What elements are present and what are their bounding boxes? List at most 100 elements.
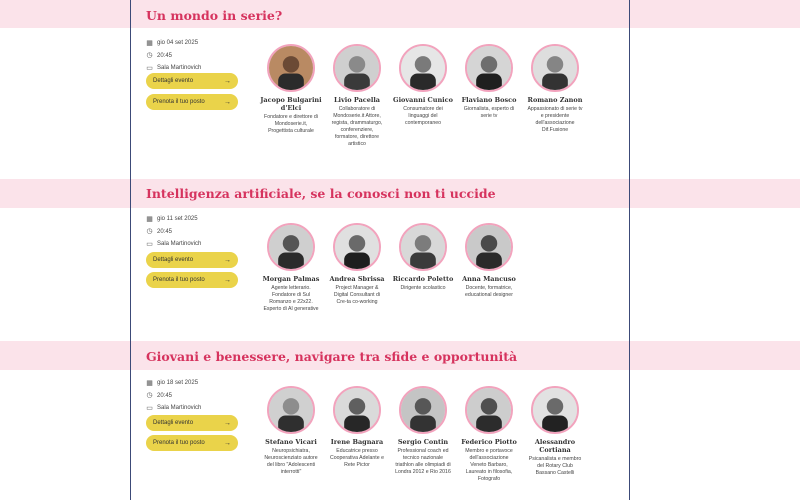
arrow-right-icon: → (224, 77, 231, 85)
speaker-role: Neuropsichiatra, Neuroscienziato autore … (264, 448, 318, 475)
speaker-list: Jacopo Bulgarini d'Elci Fondatore e dire… (258, 44, 588, 148)
event-date: gio 11 set 2025 (157, 216, 198, 223)
speaker-name: Anna Mancuso (462, 275, 516, 283)
details-button-label: Dettagli evento (153, 420, 194, 426)
speaker-name: Federico Piotto (461, 438, 517, 446)
speaker-card[interactable]: Irene Bagnara Educatrice presso Cooperat… (324, 386, 390, 483)
speaker-name: Irene Bagnara (330, 438, 384, 446)
speaker-avatar (333, 386, 381, 434)
speaker-name: Andrea Sbrissa (329, 275, 385, 283)
arrow-right-icon: → (224, 276, 231, 284)
arrow-right-icon: → (224, 256, 231, 264)
speaker-avatar (399, 223, 447, 271)
event-time: 20:45 (157, 52, 173, 59)
event-time: 20:45 (157, 228, 173, 235)
speaker-name: Livio Pacella (333, 96, 381, 104)
speaker-avatar (267, 386, 315, 434)
speaker-card[interactable]: Stefano Vicari Neuropsichiatra, Neurosci… (258, 386, 324, 483)
speaker-role: Project Manager & Digital Consultant di … (333, 285, 381, 305)
speaker-role: Psicanalista e membro del Rotary Club Ba… (528, 456, 582, 476)
arrow-right-icon: → (224, 98, 231, 106)
clock-icon: ◷ (146, 52, 153, 60)
book-button-label: Prenota il tuo posto (153, 99, 205, 105)
clock-icon: ◷ (146, 228, 153, 236)
details-button[interactable]: Dettagli evento → (146, 252, 238, 268)
speaker-card[interactable]: Sergio Contin Professional coach ed tecn… (390, 386, 456, 483)
speaker-avatar (333, 44, 381, 92)
details-button-label: Dettagli evento (153, 78, 194, 84)
speaker-role: Dirigente scolastico (400, 285, 446, 291)
speaker-avatar (267, 44, 315, 92)
speaker-name: Giovanni Cunico (393, 96, 453, 104)
event-date: gio 04 set 2025 (157, 40, 199, 47)
speaker-card[interactable]: Romano Zanon Appassionato di serie tv e … (522, 44, 588, 148)
speaker-role: Professional coach ed tecnico nazionale … (395, 448, 451, 475)
book-button-label: Prenota il tuo posto (153, 440, 205, 446)
speaker-card[interactable]: Giovanni Cunico Consumatore dei linguagg… (390, 44, 456, 148)
details-button[interactable]: Dettagli evento → (146, 73, 238, 89)
speaker-name: Romano Zanon (527, 96, 583, 104)
speaker-role: Consumatore dei linguaggi del contempora… (403, 106, 443, 126)
event-place: Sala Martinovich (157, 65, 202, 72)
speaker-card[interactable]: Federico Piotto Membro e portavoce dell'… (456, 386, 522, 483)
arrow-right-icon: → (224, 439, 231, 447)
speaker-avatar (399, 44, 447, 92)
speaker-role: Membro e portavoce dell'associazione Ven… (465, 448, 513, 482)
speaker-card[interactable]: Anna Mancuso Docente, formatrice, educat… (456, 223, 522, 313)
event-place: Sala Martinovich (157, 241, 202, 248)
speaker-list: Stefano Vicari Neuropsichiatra, Neurosci… (258, 386, 588, 483)
speaker-card[interactable]: Riccardo Poletto Dirigente scolastico (390, 223, 456, 313)
speaker-card[interactable]: Jacopo Bulgarini d'Elci Fondatore e dire… (258, 44, 324, 148)
speaker-role: Appassionato di serie tv e presidente de… (527, 106, 583, 133)
map-icon: ▭ (146, 64, 153, 72)
event-header-band (0, 0, 800, 28)
speaker-card[interactable]: Andrea Sbrissa Project Manager & Digital… (324, 223, 390, 313)
event-meta: ▦ gio 18 set 2025 ◷ 20:45 ▭ Sala Martinovic… (146, 377, 201, 415)
speaker-avatar (399, 386, 447, 434)
event-place: Sala Martinovich (157, 405, 202, 412)
event-title: Intelligenza artificiale, se la conosci … (146, 186, 496, 201)
speaker-name: Stefano Vicari (265, 438, 317, 446)
calendar-icon: ▦ (146, 215, 153, 223)
event-time: 20:45 (157, 392, 173, 399)
speaker-card[interactable]: Livio Pacella Collaboratore di Mondoseri… (324, 44, 390, 148)
book-button[interactable]: Prenota il tuo posto → (146, 94, 238, 110)
speaker-avatar (465, 223, 513, 271)
details-button[interactable]: Dettagli evento → (146, 415, 238, 431)
event-title: Giovani e benessere, navigare tra sfide … (146, 349, 518, 364)
speaker-name: Flaviano Bosco (461, 96, 517, 104)
speaker-avatar (531, 44, 579, 92)
speaker-role: Educatrice presso Cooperativa Adelante e… (330, 448, 384, 468)
speaker-avatar (531, 386, 579, 434)
speaker-card[interactable]: Flaviano Bosco Giornalista, esperto di s… (456, 44, 522, 148)
speaker-role: Docente, formatrice, educational designe… (465, 285, 513, 298)
speaker-card[interactable]: Morgan Palmas Agente letterario. Fondato… (258, 223, 324, 313)
book-button-label: Prenota il tuo posto (153, 277, 205, 283)
map-icon: ▭ (146, 404, 153, 412)
speaker-name: Sergio Contin (397, 438, 449, 446)
speaker-name: Riccardo Poletto (392, 275, 454, 283)
clock-icon: ◷ (146, 392, 153, 400)
arrow-right-icon: → (224, 419, 231, 427)
details-button-label: Dettagli evento (153, 257, 194, 263)
book-button[interactable]: Prenota il tuo posto → (146, 272, 238, 288)
speaker-avatar (333, 223, 381, 271)
speaker-card[interactable]: Alessandro Cortiana Psicanalista e membr… (522, 386, 588, 483)
speaker-name: Morgan Palmas (262, 275, 320, 283)
calendar-icon: ▦ (146, 379, 153, 387)
speaker-list: Morgan Palmas Agente letterario. Fondato… (258, 223, 522, 313)
event-meta: ▦ gio 04 set 2025 ◷ 20:45 ▭ Sala Martinovic… (146, 37, 201, 75)
speaker-name: Jacopo Bulgarini d'Elci (260, 96, 322, 112)
book-button[interactable]: Prenota il tuo posto → (146, 435, 238, 451)
speaker-name: Alessandro Cortiana (534, 438, 576, 454)
speaker-role: Fondatore e direttore di Mondoserie.it, … (264, 114, 318, 134)
speaker-avatar (465, 386, 513, 434)
map-icon: ▭ (146, 240, 153, 248)
event-meta: ▦ gio 11 set 2025 ◷ 20:45 ▭ Sala Martinovic… (146, 213, 201, 251)
event-title: Un mondo in serie? (146, 8, 283, 23)
speaker-role: Collaboratore di Mondoserie.it Attore, r… (331, 106, 383, 147)
speaker-avatar (465, 44, 513, 92)
event-date: gio 18 set 2025 (157, 380, 199, 387)
speaker-role: Giornalista, esperto di serie tv (463, 106, 515, 119)
speaker-avatar (267, 223, 315, 271)
